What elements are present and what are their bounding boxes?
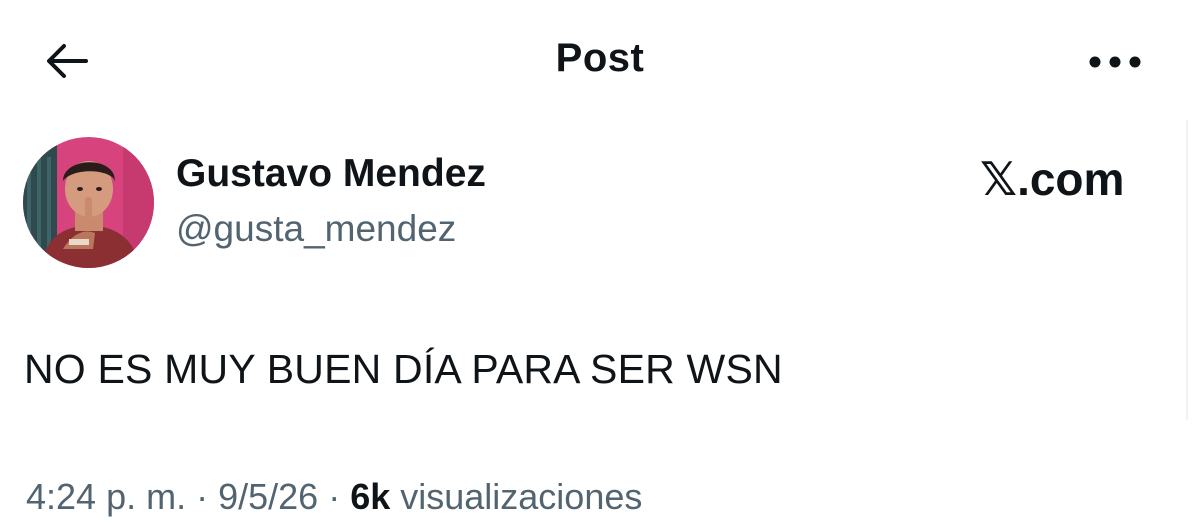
- divider: [1186, 120, 1188, 420]
- author-handle[interactable]: @gusta_mendez: [176, 208, 456, 250]
- avatar[interactable]: [23, 137, 154, 268]
- page-title: Post: [555, 36, 645, 80]
- post-time[interactable]: 4:24 p. m.: [26, 476, 186, 517]
- brand-suffix: .com: [1017, 153, 1125, 205]
- meta-separator: ·: [318, 476, 351, 517]
- more-options-button[interactable]: [1080, 40, 1150, 84]
- more-horizontal-icon: [1089, 56, 1141, 68]
- meta-separator: ·: [186, 476, 219, 517]
- post-date[interactable]: 9/5/26: [218, 476, 318, 517]
- post-metadata: 4:24 p. m. · 9/5/26 · 6k visualizaciones: [26, 476, 642, 518]
- profile-photo: [23, 137, 154, 268]
- brand-watermark: 𝕏.com: [980, 152, 1124, 206]
- views-label: visualizaciones: [390, 476, 643, 517]
- top-bar: Post: [0, 0, 1200, 120]
- post-text: NO ES MUY BUEN DÍA PARA SER WSN: [24, 346, 783, 392]
- views-count[interactable]: 6k: [350, 476, 390, 517]
- author-display-name[interactable]: Gustavo Mendez: [176, 152, 486, 196]
- x-logo-icon: 𝕏: [980, 152, 1018, 206]
